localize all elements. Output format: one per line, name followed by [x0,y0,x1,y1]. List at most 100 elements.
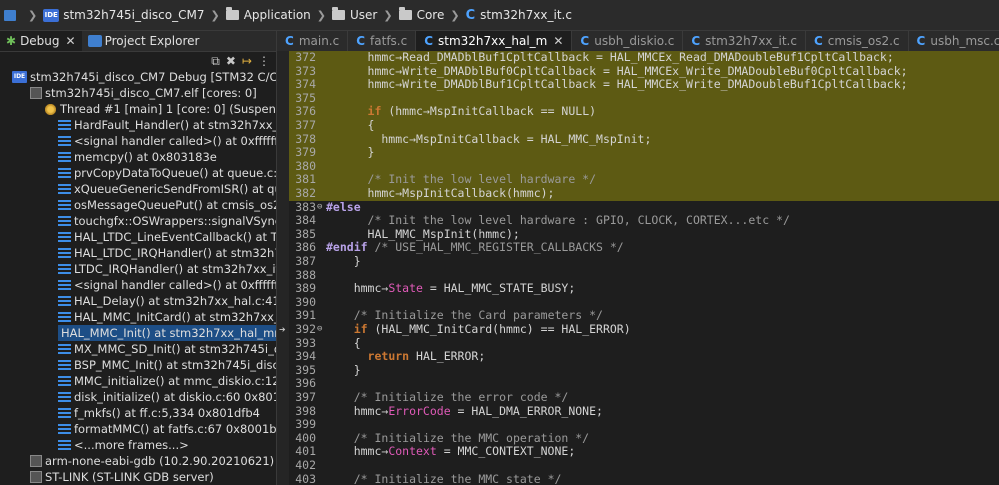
stack-frame-item[interactable]: MX_MMC_SD_Init() at stm32h745i_discove [58,341,276,357]
editor-tab[interactable]: Cstm32h7xx_it.c [683,31,806,51]
editor-tab[interactable]: Cmain.c [277,31,349,51]
code-token: (HAL_MMC_InitCard(hmmc) == HAL_ERROR) [367,322,631,336]
breadcrumb-nav-icon[interactable] [4,9,16,21]
stack-frame-item[interactable]: <...more frames...> [58,437,189,453]
code-token: if [367,104,382,119]
stack-frame-item[interactable]: f_mkfs() at ff.c:5,334 0x801dfb4 [58,405,260,421]
code-token: = MMC_CONTEXT_NONE; [436,444,576,459]
tab-project-explorer[interactable]: Project Explorer [82,31,206,51]
editor-tab-label: cmsis_os2.c [827,34,900,48]
stack-frame-icon [58,424,71,434]
stack-frame-icon [58,392,71,402]
close-icon[interactable]: ✕ [66,34,76,48]
c-file-icon: C [465,7,476,23]
stack-frame-item[interactable]: LTDC_IRQHandler() at stm32h7xx_it.c:192 … [58,261,276,277]
breadcrumb-item-core[interactable]: Core [398,7,444,22]
tree-item-label: <signal handler called>() at 0xffffffed [74,278,277,292]
stack-frame-item[interactable]: memcpy() at 0x803183e [58,149,217,165]
tree-item-label: stm32h745i_disco_CM7.elf [cores: 0] [45,86,257,100]
code-line: 374 hmmc→Write_DMADblBuf1CpltCallback = … [289,77,999,92]
stack-frame-item[interactable]: formatMMC() at fatfs.c:67 0x8001b34 [58,421,276,437]
code-text: hmmc→Write_DMADblBuf0CpltCallback = HAL_… [326,63,908,79]
view-menu-icon[interactable]: ⋮ [258,54,270,68]
editor-tab[interactable]: Ccmsis_os2.c [806,31,909,51]
code-token: hmmc→Write_DMADblBuf1CpltCallback = HAL_… [326,77,908,92]
code-editor: Cmain.c Cfatfs.c Cstm32h7xx_hal_m ✕ Cusbh_di… [277,31,999,485]
editor-tab[interactable]: Cstm32h7xx_hal_m ✕ [416,31,573,51]
process-icon [30,455,42,467]
stack-frame-icon [58,408,71,418]
line-number: 374 [295,77,316,92]
stack-frame-item[interactable]: prvCopyDataToQueue() at queue.c:2,102 0 [58,165,276,181]
close-icon[interactable]: ✕ [553,34,563,48]
breadcrumb: ❯ IDE stm32h745i_disco_CM7 ❯ Application… [0,0,999,31]
code-token: return [367,349,410,364]
fold-toggle-icon[interactable]: ⊖ [317,323,322,337]
stack-frame-item[interactable]: touchgfx::OSWrappers::signalVSync() at O… [58,213,276,229]
code-token: hmmc→Write_DMADblBuf0CpltCallback = HAL_… [326,63,908,78]
editor-tab-label: main.c [298,34,340,48]
code-token: HAL_ERROR; [409,349,486,364]
stack-frame-item[interactable]: HAL_LTDC_LineEventCallback() at TouchGF [58,229,276,245]
remove-terminated-icon[interactable]: ✖ [226,54,236,68]
editor-tab[interactable]: Cusbh_msc.c [909,31,999,51]
line-number: 397 [295,390,316,404]
code-line: 375 [289,91,999,106]
tab-debug[interactable]: ✱ Debug ✕ [0,31,82,51]
code-token: if [353,322,368,336]
breadcrumb-item-project[interactable]: IDE stm32h745i_disco_CM7 [43,8,205,22]
stack-frame-item[interactable]: BSP_MMC_Init() at stm32h745i_discovery_ [58,357,276,373]
tree-item-label: disk_initialize() at diskio.c:60 0x801cf… [74,390,276,404]
code-line: 403 /* Initialize the MMC state */ [289,472,999,485]
debug-tree-item[interactable]: IDE stm32h745i_disco_CM7 Debug [STM32 C/C… [12,69,276,85]
stack-frame-item[interactable]: osMessageQueuePut() at cmsis_os2.c:1,76 [58,197,276,213]
breadcrumb-label: stm32h745i_disco_CM7 [63,8,205,22]
folder-icon [398,7,412,20]
stack-frame-item[interactable]: MMC_initialize() at mmc_diskio.c:126 0x8… [58,373,276,389]
stack-frame-item[interactable]: HAL_MMC_InitCard() at stm32h7xx_hal_m [58,309,276,325]
stack-frame-item[interactable]: xQueueGenericSendFromISR() at queue.c:1 [58,181,276,197]
code-area[interactable]: 372 hmmc→Read_DMADblBuf1CpltCallback = H… [279,50,999,485]
stack-frame-icon [58,168,71,178]
breadcrumb-item-user[interactable]: User [332,7,378,22]
debug-tree-item[interactable]: arm-none-eabi-gdb (10.2.90.20210621) [30,453,274,469]
code-token: } [326,145,375,160]
code-token: HAL_MMC_MspInit(hmmc); [326,226,520,241]
process-icon [30,471,42,483]
fold-toggle-icon[interactable]: ⊖ [317,201,322,215]
line-number: 384 [295,213,316,228]
stack-frame-item[interactable]: <signal handler called>() at 0xfffffff1 [58,133,276,149]
editor-tab[interactable]: Cusbh_diskio.c [572,31,684,51]
line-number: 401 [295,444,316,459]
stack-frame-item[interactable]: <signal handler called>() at 0xffffffed [58,277,277,293]
stack-frame-item[interactable]: HAL_LTDC_IRQHandler() at stm32h7xx_hal [58,245,276,261]
debug-tree-item[interactable]: Thread #1 [main] 1 [core: 0] (Suspended … [44,101,276,117]
stack-frame-icon [58,184,71,194]
code-line: 394 return HAL_ERROR; [289,349,999,364]
editor-tab[interactable]: Cfatfs.c [348,31,417,51]
code-token: = HAL_DMA_ERROR_NONE; [450,403,603,418]
breadcrumb-item-file[interactable]: C stm32h7xx_it.c [466,8,572,23]
stack-frame-item[interactable]: HardFault_Handler() at stm32h7xx_it.c:92… [58,117,276,133]
stack-frame-icon [58,216,71,226]
code-line: 373 hmmc→Write_DMADblBuf0CpltCallback = … [289,63,999,79]
line-number: 400 [295,430,316,445]
step-filter-icon[interactable]: ↦ [242,54,252,68]
editor-gutter [277,51,289,485]
debug-tree-item[interactable]: stm32h745i_disco_CM7.elf [cores: 0] [30,85,257,101]
code-text: /* Initialize the MMC state */ [326,472,562,485]
breadcrumb-label: User [350,8,378,22]
debug-tree-item[interactable]: ST-LINK (ST-LINK GDB server) [30,469,214,485]
tree-item-label: osMessageQueuePut() at cmsis_os2.c:1,76 [74,198,276,212]
current-line-arrow-icon: ➔ [279,323,286,336]
collapse-all-icon[interactable]: ⧉ [211,54,220,69]
stack-frame-item[interactable]: HAL_MMC_Init() at stm32h7xx_hal_mmc.c [58,325,276,341]
left-panel-tabs: ✱ Debug ✕ Project Explorer [0,31,276,52]
ide-project-icon: IDE [43,8,60,22]
stack-frame-item[interactable]: disk_initialize() at diskio.c:60 0x801cf… [58,389,276,405]
stack-frame-item[interactable]: HAL_Delay() at stm32h7xx_hal.c:415 0x800 [58,293,276,309]
line-number: 372 [295,50,316,64]
breadcrumb-item-application[interactable]: Application [225,7,311,22]
